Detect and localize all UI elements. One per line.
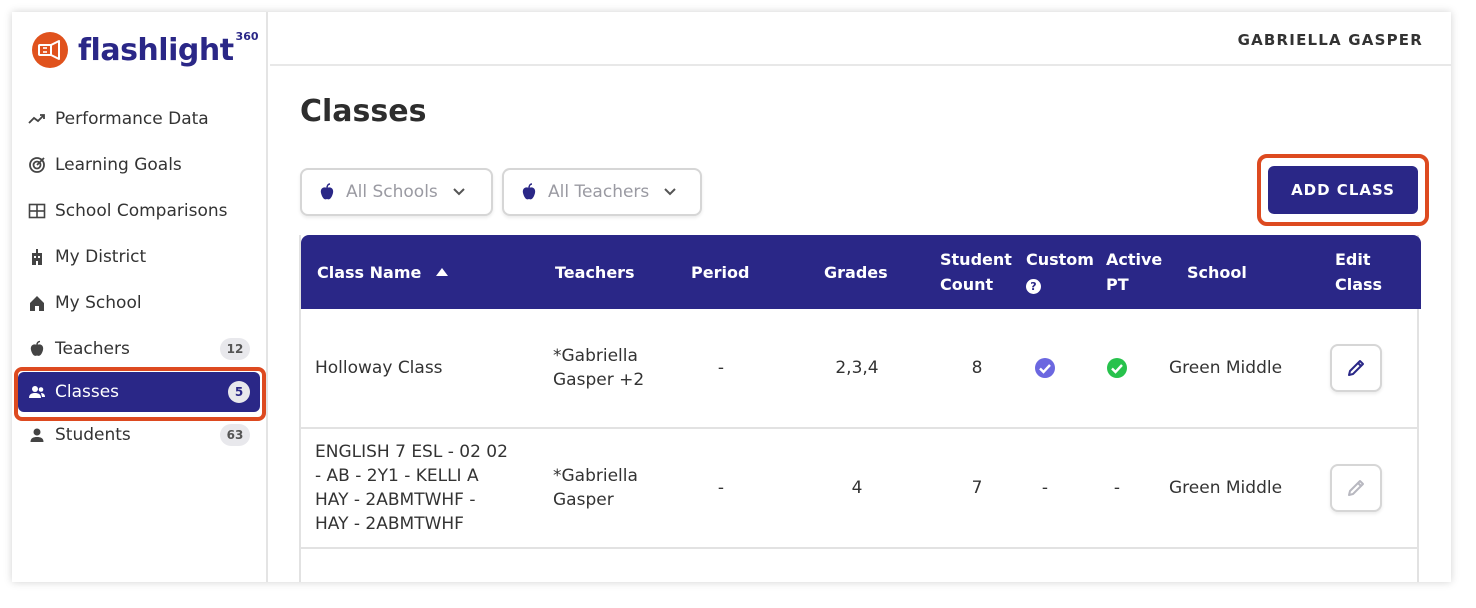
sidebar-item-performance-data[interactable]: Performance Data	[12, 96, 268, 142]
count-badge: 5	[228, 381, 250, 403]
trend-line-icon	[28, 110, 46, 128]
cell-school: Green Middle	[1169, 358, 1283, 378]
column-header-period[interactable]: Period	[691, 235, 749, 309]
cell-active-pt	[1097, 309, 1137, 427]
school-filter-dropdown[interactable]: All Schools	[300, 168, 493, 216]
district-building-icon	[28, 248, 46, 266]
sidebar-item-label: Learning Goals	[55, 155, 182, 175]
cell-grades: 4	[851, 478, 863, 498]
pencil-icon	[1348, 480, 1364, 496]
sidebar-nav: Performance Data Learning Goals School C…	[12, 96, 268, 458]
user-menu[interactable]: GABRIELLA GASPER	[1238, 31, 1423, 49]
chevron-down-icon	[663, 187, 677, 197]
cell-edit	[1330, 429, 1382, 547]
sidebar-item-label: Classes	[55, 382, 120, 402]
column-header-active-pt[interactable]: Active PT	[1106, 235, 1162, 309]
cell-class-name: ENGLISH 7 ESL - 02 02 - AB - 2Y1 - KELLI…	[315, 442, 508, 534]
top-bar: GABRIELLA GASPER	[270, 12, 1451, 66]
apple-icon	[318, 182, 336, 202]
cell-edit	[1330, 309, 1382, 427]
sidebar-item-my-school[interactable]: My School	[12, 280, 268, 326]
cell-student-count: 7	[971, 478, 983, 498]
teacher-filter-value: All Teachers	[548, 182, 650, 202]
count-badge: 63	[220, 424, 250, 446]
column-header-teachers[interactable]: Teachers	[555, 235, 635, 309]
column-header-grades[interactable]: Grades	[824, 235, 888, 309]
user-icon	[28, 426, 46, 444]
active-check-icon	[1107, 358, 1127, 378]
highlight-outline: ADD CLASS	[1257, 154, 1429, 226]
main-content: Classes All Schools All Teachers ADD CLA…	[270, 68, 1451, 582]
brand-name: flashlight	[78, 32, 234, 68]
edit-class-button[interactable]	[1330, 464, 1382, 512]
cell-class-name: Holloway Class	[315, 358, 443, 378]
target-icon	[28, 156, 46, 174]
sidebar-item-label: Performance Data	[55, 109, 209, 129]
app-window: flashlight 360 Performance Data Learning…	[12, 12, 1451, 582]
cell-grades: 2,3,4	[835, 358, 879, 378]
chevron-down-icon	[452, 187, 466, 197]
cell-teachers: *Gabriella Gasper	[553, 466, 638, 510]
column-header-custom[interactable]: Custom ?	[1026, 235, 1094, 309]
teacher-filter-dropdown[interactable]: All Teachers	[502, 168, 702, 216]
cell-active-pt: -	[1113, 478, 1121, 498]
edit-class-button[interactable]	[1330, 344, 1382, 392]
grid-table-icon	[28, 202, 46, 220]
sidebar-item-learning-goals[interactable]: Learning Goals	[12, 142, 268, 188]
cell-teachers: *Gabriella Gasper +2	[553, 346, 645, 390]
apple-icon	[520, 182, 538, 202]
users-icon	[28, 383, 46, 401]
cell-period: -	[717, 478, 725, 498]
page-title: Classes	[300, 94, 427, 129]
flashlight-logo-icon	[32, 32, 68, 68]
sidebar: flashlight 360 Performance Data Learning…	[12, 12, 268, 582]
sidebar-item-students[interactable]: Students 63	[12, 412, 268, 458]
sidebar-item-teachers[interactable]: Teachers 12	[12, 326, 268, 372]
help-question-icon[interactable]: ?	[1026, 279, 1041, 294]
column-header-class-name[interactable]: Class Name	[317, 235, 449, 309]
sidebar-item-school-comparisons[interactable]: School Comparisons	[12, 188, 268, 234]
cell-custom: -	[1041, 478, 1049, 498]
cell-custom	[1025, 309, 1065, 427]
sidebar-item-label: My School	[55, 293, 142, 313]
table-row: ENGLISH 7 ESL - 02 02 - AB - 2Y1 - KELLI…	[301, 429, 1417, 549]
table-header: Class Name Teachers Period Grades Studen	[301, 235, 1421, 309]
column-header-student-count[interactable]: Student Count	[940, 235, 1012, 309]
custom-check-icon	[1035, 358, 1055, 378]
table-row: Holloway Class *Gabriella Gasper +2 - 2,…	[301, 309, 1417, 429]
sidebar-item-label: Students	[55, 425, 131, 445]
cell-school: Green Middle	[1169, 478, 1283, 498]
add-class-button[interactable]: ADD CLASS	[1268, 166, 1418, 214]
sidebar-item-my-district[interactable]: My District	[12, 234, 268, 280]
cell-period: -	[717, 358, 725, 378]
column-header-edit-class: Edit Class	[1335, 250, 1383, 294]
sidebar-item-label: School Comparisons	[55, 201, 228, 221]
column-header-school[interactable]: School	[1187, 235, 1247, 309]
pencil-icon	[1348, 360, 1364, 376]
classes-table: Class Name Teachers Period Grades Studen	[299, 235, 1421, 582]
brand-logo[interactable]: flashlight 360	[32, 29, 259, 68]
sort-ascending-icon	[435, 267, 449, 277]
brand-superscript: 360	[235, 29, 259, 43]
school-building-icon	[28, 294, 46, 312]
school-filter-value: All Schools	[346, 182, 438, 202]
sidebar-item-classes[interactable]: Classes 5	[18, 372, 260, 412]
sidebar-item-label: Teachers	[55, 339, 130, 359]
apple-icon	[28, 340, 46, 358]
count-badge: 12	[220, 338, 250, 360]
sidebar-item-label: My District	[55, 247, 147, 267]
cell-student-count: 8	[971, 358, 983, 378]
